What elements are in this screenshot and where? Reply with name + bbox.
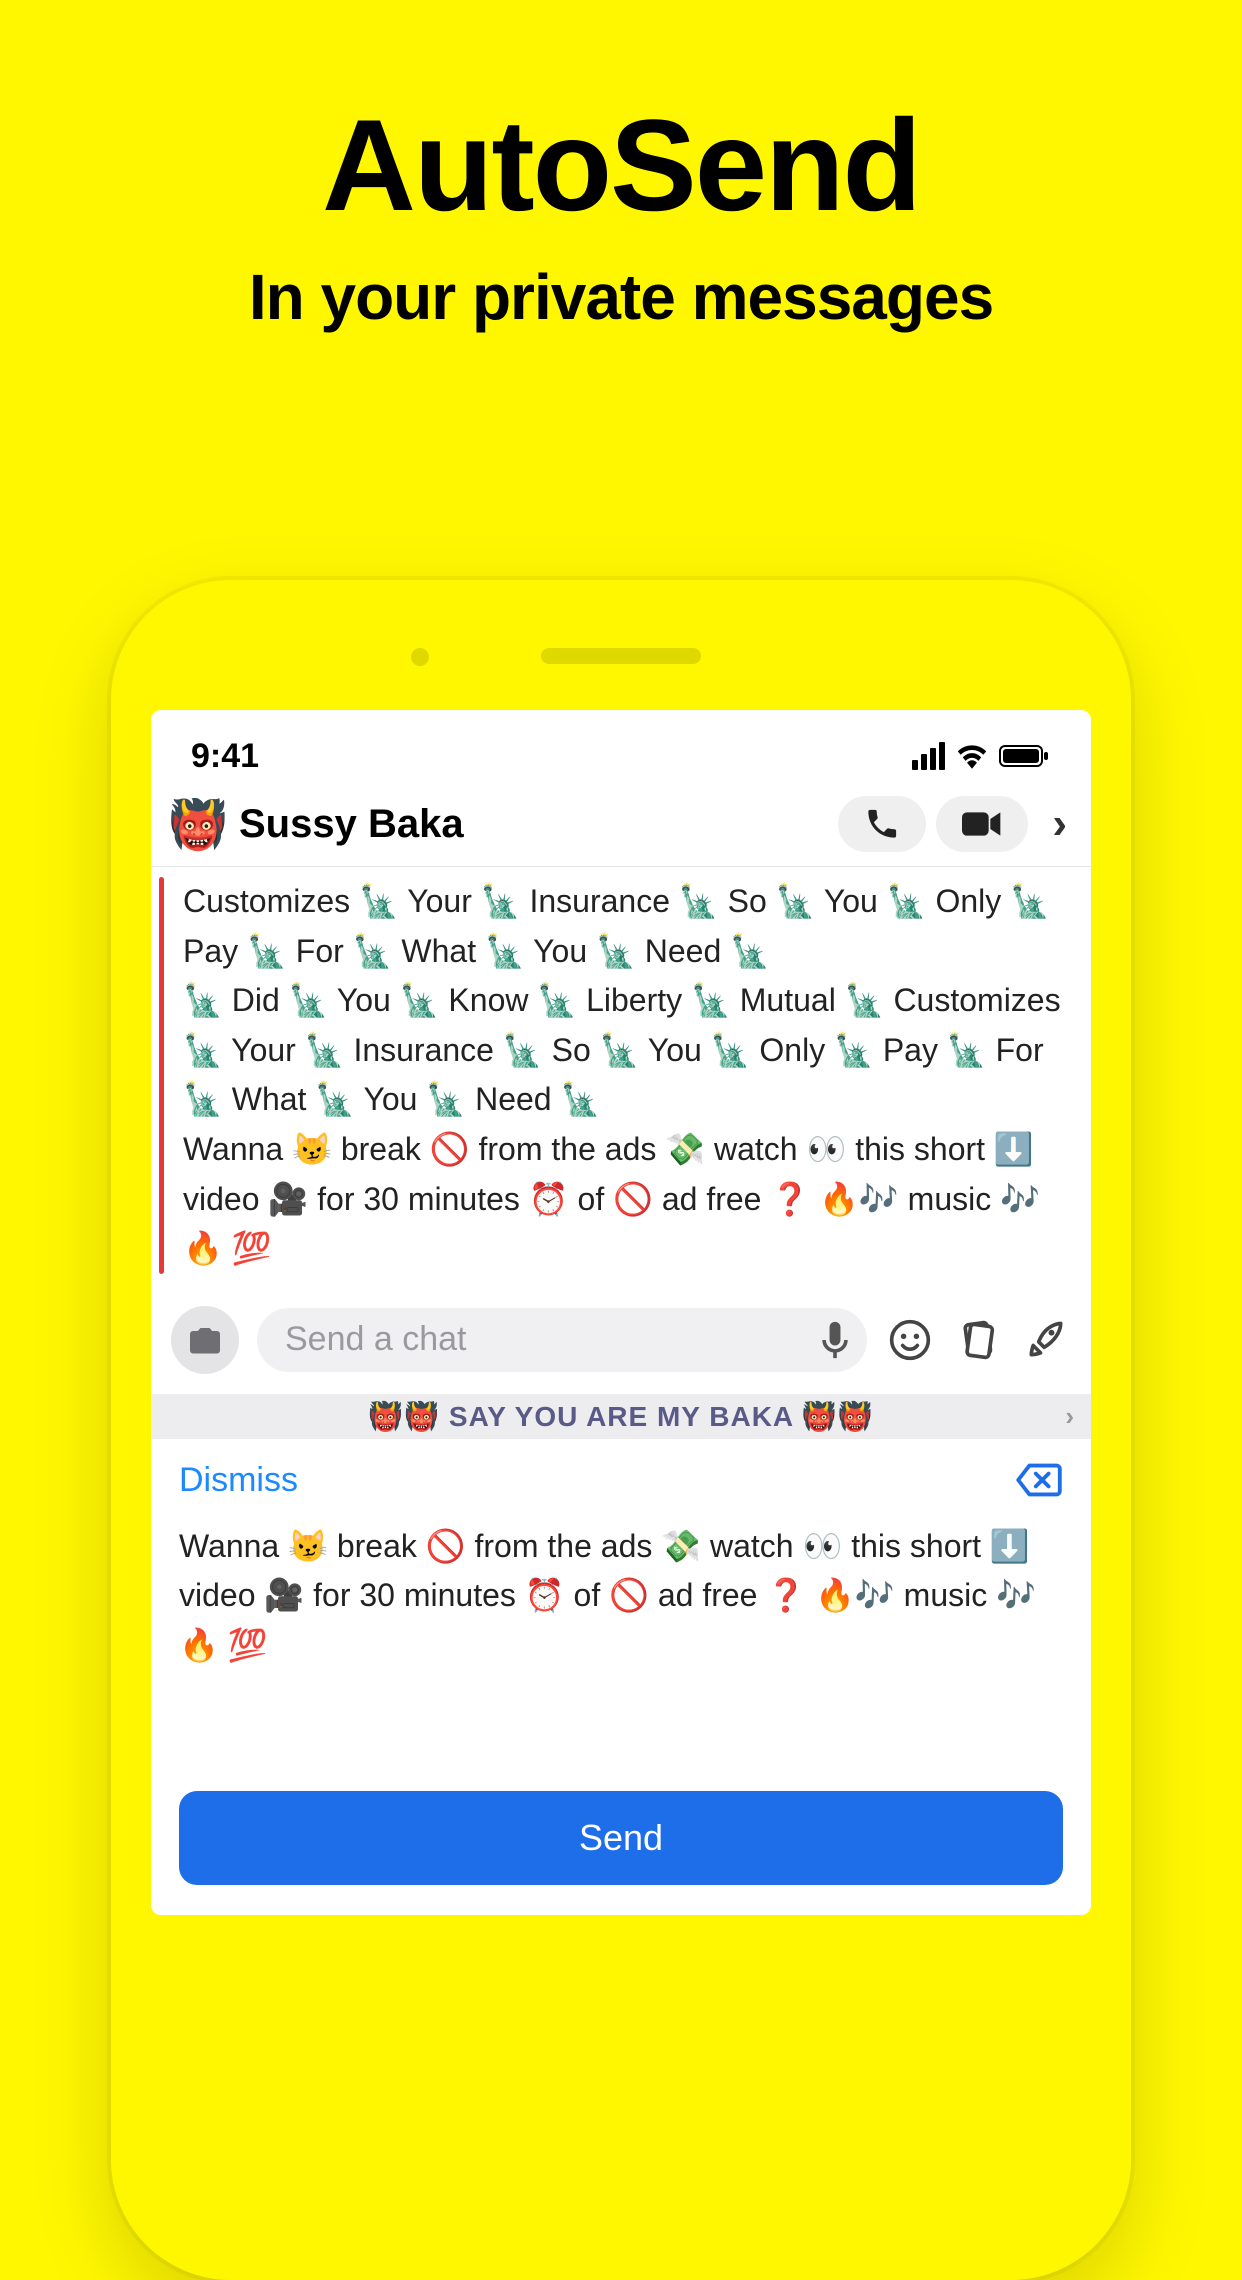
autosend-sheet: Dismiss Wanna 😼 break 🚫 from the ads 💸 w…	[151, 1439, 1091, 1915]
rocket-icon[interactable]	[1021, 1318, 1071, 1362]
message-text: Customizes 🗽 Your 🗽 Insurance 🗽 So 🗽 You…	[169, 877, 1073, 1274]
camera-button[interactable]	[171, 1306, 239, 1374]
voice-call-button[interactable]	[838, 796, 926, 852]
cards-icon[interactable]	[953, 1318, 1003, 1362]
wifi-icon	[955, 743, 989, 769]
phone-camera-dot	[411, 648, 429, 666]
chevron-right-icon[interactable]: ›	[1042, 799, 1071, 849]
chat-header: 👹 Sussy Baka ›	[151, 790, 1091, 866]
banner-text: 👹👹 SAY YOU ARE MY BAKA 👹👹	[368, 1400, 873, 1433]
status-icons	[912, 742, 1051, 770]
status-time: 9:41	[191, 737, 259, 776]
message-accent-bar	[159, 877, 164, 1274]
marketing-title: AutoSend	[0, 90, 1242, 240]
chat-input-placeholder: Send a chat	[285, 1320, 466, 1359]
message-thread[interactable]: Customizes 🗽 Your 🗽 Insurance 🗽 So 🗽 You…	[151, 866, 1091, 1290]
phone-speaker	[541, 648, 701, 664]
chat-name[interactable]: Sussy Baka	[239, 802, 824, 847]
chevron-right-icon: ›	[1065, 1401, 1075, 1432]
marketing-subtitle: In your private messages	[0, 260, 1242, 334]
chat-input-row: Send a chat	[151, 1290, 1091, 1394]
cell-signal-icon	[912, 742, 945, 770]
sheet-body: Wanna 😼 break 🚫 from the ads 💸 watch 👀 t…	[179, 1522, 1063, 1671]
video-call-button[interactable]	[936, 796, 1028, 852]
battery-icon	[999, 743, 1051, 769]
phone-frame: 9:41 👹 Sussy Baka	[111, 580, 1131, 2280]
avatar[interactable]: 👹	[171, 797, 225, 851]
phone-screen: 9:41 👹 Sussy Baka	[151, 710, 1091, 1915]
chat-input[interactable]: Send a chat	[257, 1308, 867, 1372]
backspace-icon[interactable]	[1015, 1461, 1063, 1499]
status-bar: 9:41	[151, 710, 1091, 790]
dismiss-button[interactable]: Dismiss	[179, 1461, 298, 1500]
marketing-header: AutoSend In your private messages	[0, 0, 1242, 334]
send-button[interactable]: Send	[179, 1791, 1063, 1885]
mic-icon[interactable]	[821, 1320, 849, 1360]
emoji-icon[interactable]	[885, 1318, 935, 1362]
phone-top	[111, 580, 1131, 710]
suggestion-banner[interactable]: 👹👹 SAY YOU ARE MY BAKA 👹👹 ›	[151, 1394, 1091, 1439]
